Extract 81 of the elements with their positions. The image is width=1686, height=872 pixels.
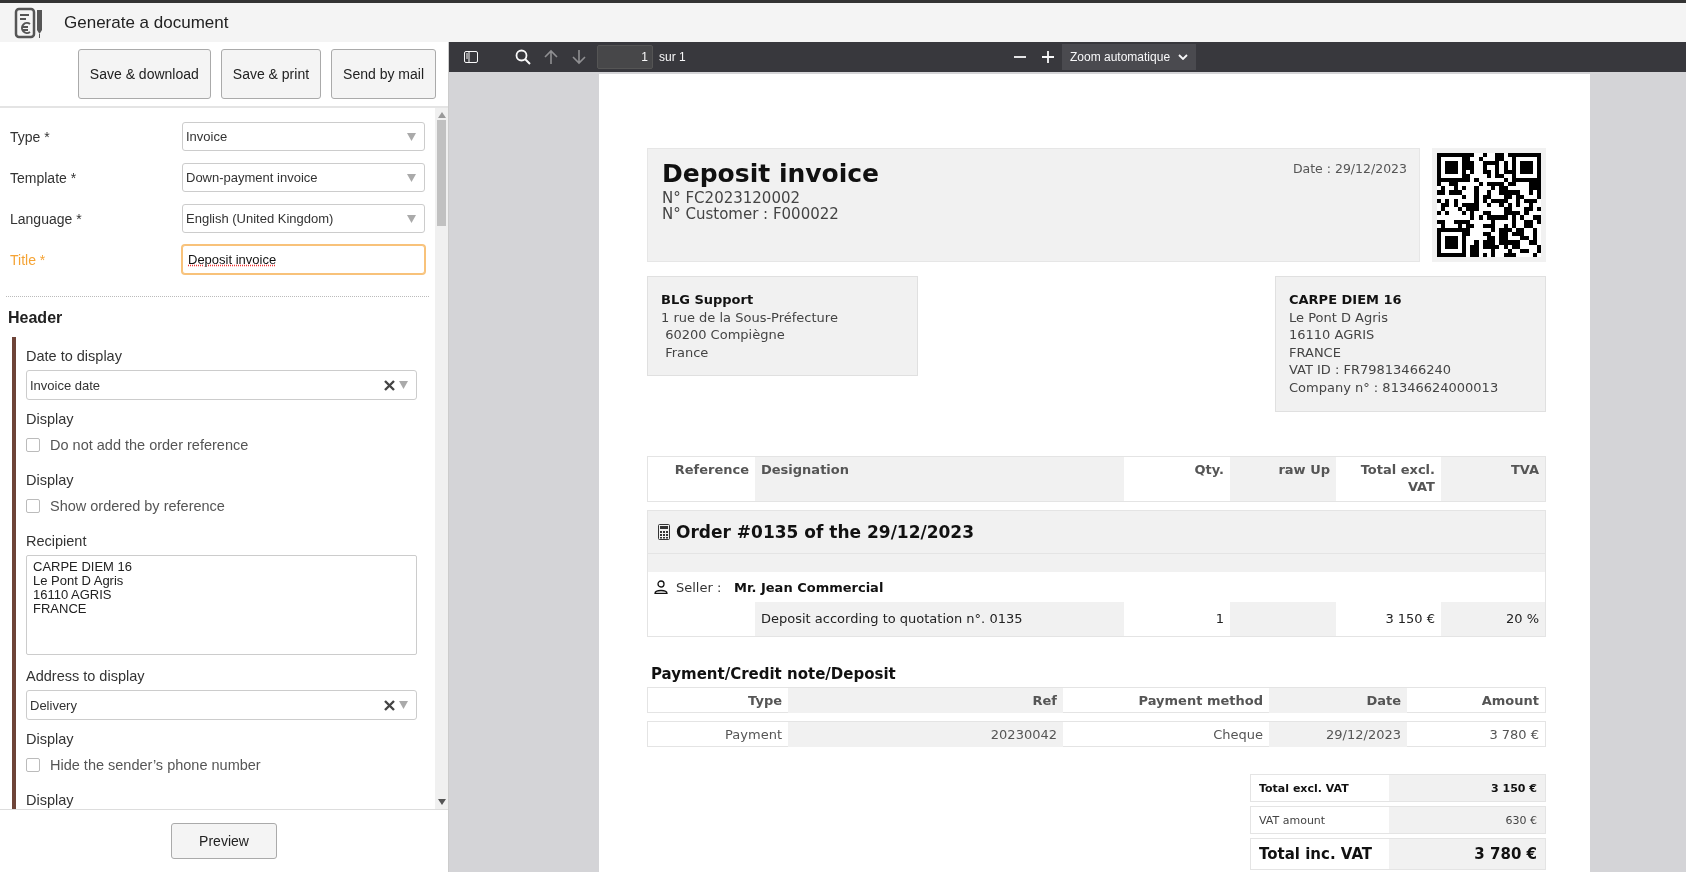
- checkbox-label: Hide the sender’s phone number: [50, 757, 261, 773]
- column-header: Amount: [1480, 692, 1540, 710]
- seller-label: Seller :: [676, 579, 723, 595]
- recipient-field[interactable]: CARPE DIEM 16 Le Pont D Agris 16110 AGRIS FRANCE: [26, 555, 417, 655]
- total-value: 3 150 €: [1389, 775, 1545, 801]
- column-header: raw Up: [1230, 457, 1336, 501]
- column-header: Ref: [788, 688, 1063, 713]
- caret-icon: [399, 701, 408, 709]
- scroll-up-icon[interactable]: [437, 112, 446, 118]
- checkbox[interactable]: [26, 758, 40, 772]
- column-header: Designation: [755, 457, 1124, 501]
- clear-icon[interactable]: [384, 699, 395, 711]
- field-label: Display: [26, 791, 75, 809]
- field-label: Display: [26, 730, 75, 749]
- column-header: Type: [747, 692, 783, 710]
- table-cell: 20230042: [788, 722, 1063, 747]
- select-field[interactable]: Down-payment invoice: [182, 163, 425, 192]
- field-label: Template *: [10, 169, 78, 186]
- total-value: 3 780 €: [1389, 839, 1545, 869]
- table-cell-text: Payment: [724, 726, 783, 744]
- table-cell-text: 3 780 €: [1488, 726, 1540, 744]
- caret-icon: [407, 132, 416, 141]
- document-title: Deposit invoice: [662, 159, 880, 188]
- select-field[interactable]: Invoice date: [26, 370, 417, 400]
- table-cell: 20 %: [1441, 602, 1545, 636]
- zoom-select[interactable]: Zoom automatique: [1062, 44, 1196, 70]
- chevron-down-icon: [1178, 54, 1188, 60]
- column-header: Total excl. VAT: [1359, 461, 1436, 496]
- scrollbar-thumb[interactable]: [437, 120, 446, 226]
- checkbox-label: Show ordered by reference: [50, 498, 225, 514]
- column-header: Date: [1269, 688, 1407, 713]
- action-button[interactable]: Save & download: [77, 49, 211, 99]
- field-label: Title *: [10, 251, 47, 268]
- scrollbar[interactable]: [435, 108, 448, 809]
- field-label: Type *: [10, 128, 51, 145]
- checkbox[interactable]: [26, 438, 40, 452]
- calculator-icon: [658, 524, 670, 540]
- recipient-address: CARPE DIEM 16 Le Pont D Agris 16110 AGRIS FRANCE VAT ID : FR79813466240 Company n° : 81346624000013: [1275, 276, 1546, 412]
- user-icon: [654, 580, 668, 594]
- action-button[interactable]: Save & print: [220, 49, 322, 99]
- page-number-field[interactable]: 1: [597, 45, 653, 69]
- caret-icon: [407, 173, 416, 182]
- total-value: 630 €: [1389, 807, 1545, 833]
- field-label: Recipient: [26, 532, 88, 551]
- checkbox-label: Do not add the order reference: [50, 437, 249, 453]
- field-label: Display: [26, 410, 75, 429]
- document-date: Date : 29/12/2023: [1292, 161, 1407, 176]
- select-field[interactable]: Invoice: [182, 122, 425, 151]
- checkbox[interactable]: [26, 499, 40, 513]
- payments-title: Payment/Credit note/Deposit: [651, 665, 897, 683]
- caret-icon: [407, 214, 416, 223]
- sender-address: BLG Support 1 rue de la Sous-Préfecture 60200 Compiègne France: [647, 276, 918, 377]
- scroll-down-icon[interactable]: [437, 799, 446, 805]
- table-cell: Deposit according to quotation n°. 0135: [755, 602, 1124, 636]
- title-input[interactable]: Deposit invoice: [182, 245, 425, 274]
- invoice-icon: [14, 6, 44, 39]
- column-header: Reference: [673, 461, 750, 479]
- section-title: Header: [7, 308, 64, 328]
- document-number: N° FC2023120002: [662, 190, 802, 206]
- column-header: TVA: [1441, 457, 1545, 501]
- select-field[interactable]: Delivery: [26, 690, 417, 720]
- clear-icon[interactable]: [384, 379, 395, 391]
- field-label: Address to display: [26, 667, 146, 686]
- order-group-title: Order #0135 of the 29/12/2023: [676, 522, 975, 542]
- field-label: Language *: [10, 210, 83, 227]
- action-button[interactable]: Send by mail: [331, 49, 436, 99]
- select-field[interactable]: English (United Kingdom): [182, 204, 425, 233]
- field-label: Display: [26, 471, 75, 490]
- column-header: Payment method: [1137, 692, 1264, 710]
- table-cell-text: 1: [1214, 610, 1225, 628]
- caret-icon: [399, 381, 408, 389]
- page-total: sur 1: [659, 50, 686, 64]
- seller-name: Mr. Jean Commercial: [734, 579, 884, 595]
- document-number: N° Customer : F000022: [662, 206, 840, 222]
- table-cell: 29/12/2023: [1269, 722, 1407, 747]
- table-cell-text: Cheque: [1212, 726, 1264, 744]
- table-cell-text: 3 150 €: [1384, 610, 1436, 628]
- field-label: Date to display: [26, 347, 123, 366]
- app-title: Generate a document: [64, 12, 229, 33]
- column-header: Qty.: [1193, 461, 1225, 479]
- preview-button[interactable]: Preview: [171, 823, 277, 859]
